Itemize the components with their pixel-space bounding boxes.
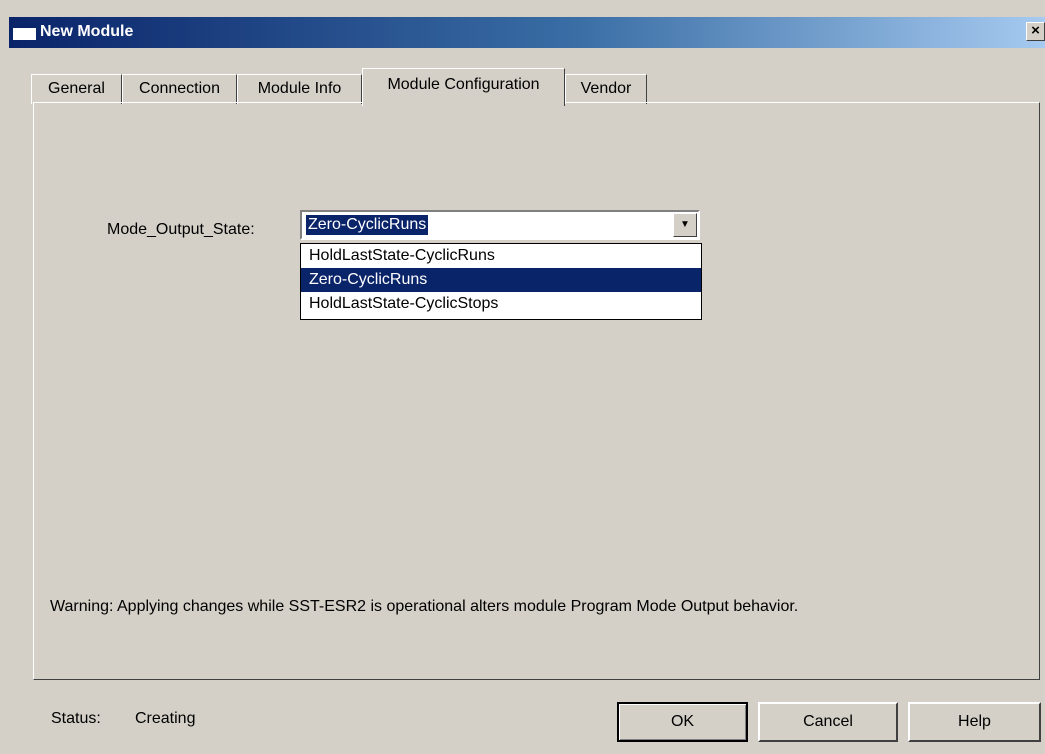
tab-panel: [33, 102, 1040, 680]
cancel-button[interactable]: Cancel: [758, 702, 898, 742]
combo-selected-value: Zero-CyclicRuns: [306, 215, 429, 235]
chevron-down-icon[interactable]: ▼: [673, 213, 697, 237]
new-module-dialog: New Module × General Connection Module I…: [0, 0, 1045, 754]
window-icon: [13, 25, 36, 40]
warning-text: Warning: Applying changes while SST-ESR2…: [50, 598, 799, 615]
status-value: Creating: [135, 710, 196, 727]
mode-output-state-combo[interactable]: Zero-CyclicRuns ▼: [300, 210, 700, 240]
option-holdlaststate-cyclicruns[interactable]: HoldLastState-CyclicRuns: [301, 244, 701, 268]
mode-output-state-label: Mode_Output_State:: [107, 221, 255, 238]
tab-vendor[interactable]: Vendor: [565, 74, 647, 104]
ok-button[interactable]: OK: [617, 702, 748, 742]
title-bar: New Module ×: [9, 17, 1045, 48]
mode-output-state-dropdown: HoldLastState-CyclicRuns Zero-CyclicRuns…: [300, 243, 702, 320]
tab-module-info[interactable]: Module Info: [237, 74, 362, 104]
help-button[interactable]: Help: [908, 702, 1041, 742]
tab-connection[interactable]: Connection: [122, 74, 237, 104]
window-title: New Module: [40, 23, 134, 40]
status-label: Status:: [51, 710, 101, 727]
close-button[interactable]: ×: [1026, 22, 1045, 41]
tab-module-configuration[interactable]: Module Configuration: [362, 68, 565, 106]
option-holdlaststate-cyclicstops[interactable]: HoldLastState-CyclicStops: [301, 292, 701, 316]
tab-general[interactable]: General: [31, 74, 122, 104]
option-zero-cyclicruns[interactable]: Zero-CyclicRuns: [301, 268, 701, 292]
